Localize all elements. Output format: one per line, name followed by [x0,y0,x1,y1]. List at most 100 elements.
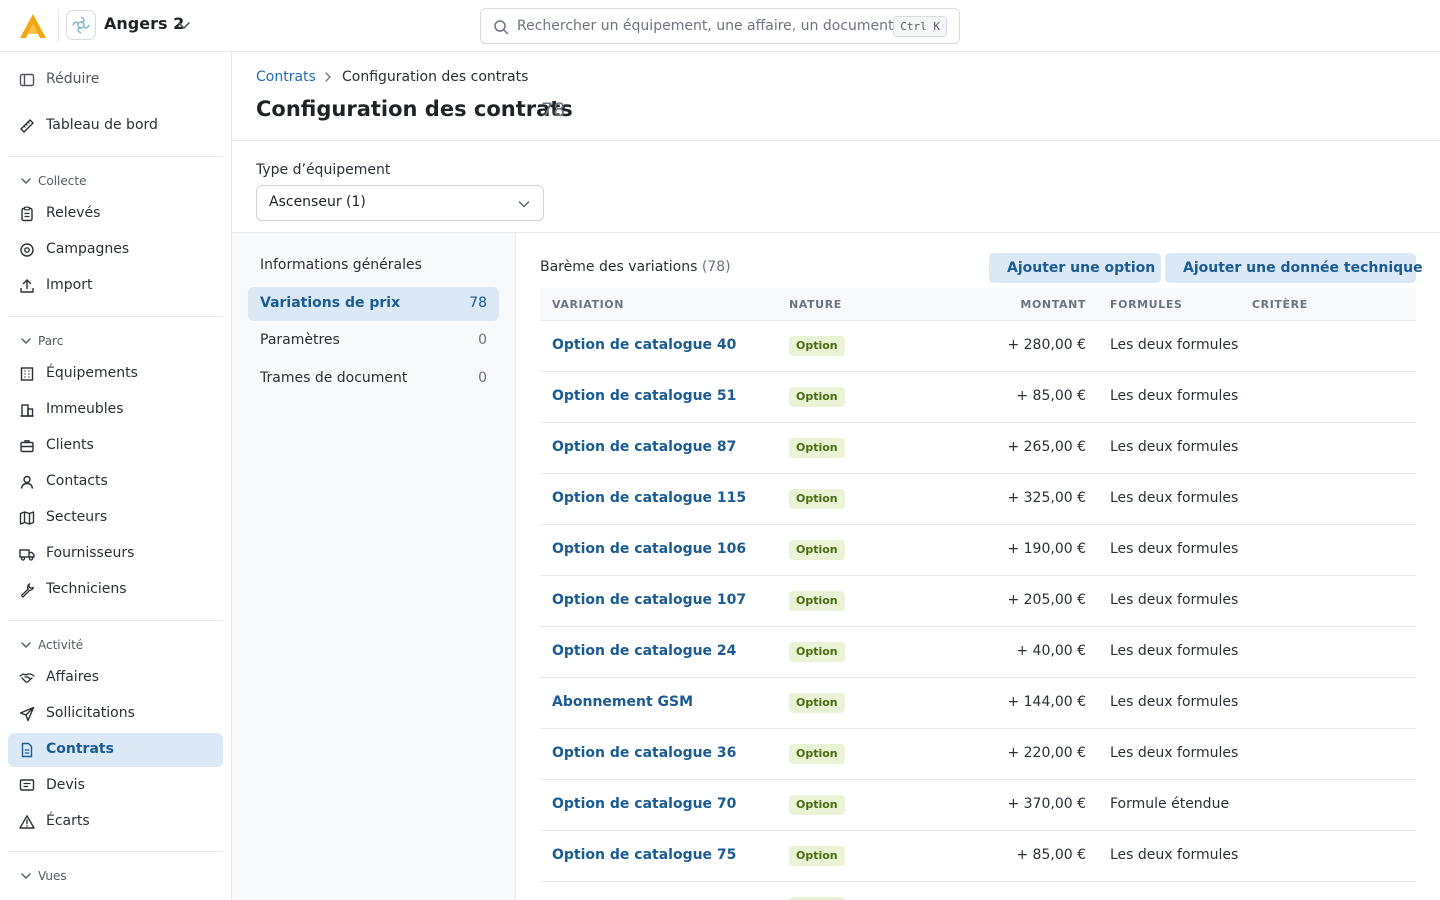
equipment-type-select[interactable]: Ascenseur (1) [256,185,544,221]
search-placeholder: Rechercher un équipement, une affaire, u… [517,18,908,34]
sidebar-item-dashboard[interactable]: Tableau de bord [8,109,223,143]
subnav-item-label: Trames de document [260,370,408,386]
subnav-item-count: 0 [478,332,487,348]
sidebar-item-import[interactable]: Import [8,269,223,303]
table-row[interactable]: Option de catalogue 115 Option + 325,00 € L… [540,474,1416,525]
column-header-formules[interactable]: FORMULES [1110,298,1182,311]
nature-badge: Option [789,489,845,509]
subnav-item-parametres[interactable]: Paramètres 0 [248,324,499,358]
topbar-divider [58,10,59,42]
sidebar-group-parc[interactable]: Parc [20,333,63,349]
org-name[interactable]: Angers 2 [104,14,184,33]
formulas-cell: Les deux formules [1110,490,1239,506]
table-row[interactable]: Option de catalogue 70 Option + 370,00 € Fo… [540,780,1416,831]
variation-link[interactable]: Option de catalogue 36 [552,745,736,761]
sidebar-item-fournisseurs[interactable]: Fournisseurs [8,537,223,571]
variation-link[interactable]: Option de catalogue 70 [552,796,736,812]
sidebar-divider [8,620,223,621]
formulas-cell: Les deux formules [1110,439,1239,455]
sidebar-item-label: Tableau de bord [46,117,158,133]
sidebar-group-vues[interactable]: Vues [20,868,67,884]
amount-cell: + 85,00 € [1016,388,1086,404]
sidebar-item-sollicitations[interactable]: Sollicitations [8,697,223,731]
variation-link[interactable]: Option de catalogue 24 [552,643,736,659]
nature-badge: Option [789,795,845,815]
column-header-montant[interactable]: MONTANT [1020,298,1086,311]
sidebar-item-affaires[interactable]: Affaires [8,661,223,695]
subnav-item-informations[interactable]: Informations générales [248,249,499,283]
sidebar-group-activite[interactable]: Activité [20,637,83,653]
sidebar-item-devis[interactable]: Devis [8,769,223,803]
variation-link[interactable]: Option de catalogue 51 [552,388,736,404]
variation-link[interactable]: Option de catalogue 106 [552,541,746,557]
amount-cell: + 190,00 € [1007,541,1086,557]
sidebar-item-techniciens[interactable]: Techniciens [8,573,223,607]
sidebar-item-clients[interactable]: Clients [8,429,223,463]
sidebar-group-collecte[interactable]: Collecte [20,173,86,189]
nature-badge: Option [789,591,845,611]
variation-link[interactable]: Option de catalogue 75 [552,847,736,863]
section-count: (78) [701,259,731,275]
sidebar-item-label: Contrats [46,741,114,757]
chevron-down-icon[interactable] [176,17,192,33]
sidebar-item-campagnes[interactable]: Campagnes [8,233,223,267]
table-row[interactable]: Option de catalogue 40 Option + 280,00 € Le… [540,321,1416,372]
target-icon [20,243,34,257]
formulas-cell: Les deux formules [1110,541,1239,557]
sidebar-item-secteurs[interactable]: Secteurs [8,501,223,535]
sidebar-item-equipements[interactable]: Équipements [8,357,223,391]
sidebar-collapse[interactable]: Réduire [8,63,223,97]
wrench-icon [20,583,34,598]
user-icon [20,475,34,489]
sidebar-item-immeubles[interactable]: Immeubles [8,393,223,427]
chevron-down-icon [21,178,31,184]
table-row[interactable]: Option de catalogue 107 Option + 205,00 € L… [540,576,1416,627]
table-row[interactable]: Abonnement GSM Option + 144,00 € Les deux f… [540,678,1416,729]
table-row[interactable]: Option de catalogue 106 Option + 190,00 € L… [540,525,1416,576]
sidebar-divider [8,851,223,852]
sidebar-item-label: Campagnes [46,241,130,257]
building-grid-icon [20,367,34,381]
sidebar-item-label: Immeubles [46,401,124,417]
sidebar-item-contrats[interactable]: Contrats [8,733,223,767]
variation-link[interactable]: Option de catalogue 40 [552,337,736,353]
table-row[interactable]: Option [540,882,1416,900]
nature-badge: Option [789,846,845,866]
subnav-item-trames[interactable]: Trames de document 0 [248,362,499,396]
add-technical-data-button[interactable]: Ajouter une donnée technique [1165,253,1423,283]
global-search[interactable]: Rechercher un équipement, une affaire, u… [480,8,960,44]
table-row[interactable]: Option de catalogue 87 Option + 265,00 € Le… [540,423,1416,474]
amount-cell: + 85,00 € [1016,847,1086,863]
variation-link[interactable]: Option de catalogue 87 [552,439,736,455]
app-logo-icon[interactable] [18,12,48,40]
sidebar-item-ecarts[interactable]: Écarts [8,805,223,839]
table-row[interactable]: Option de catalogue 24 Option + 40,00 € Les… [540,627,1416,678]
variation-link[interactable]: Abonnement GSM [552,694,693,710]
subnav-item-variations[interactable]: Variations de prix 78 [248,287,499,321]
equipment-type-label: Type d’équipement [256,162,391,178]
variation-link[interactable]: Option de catalogue 115 [552,490,746,506]
org-avatar[interactable] [66,10,96,40]
add-option-button[interactable]: Ajouter une option [989,253,1161,283]
column-header-variation[interactable]: VARIATION [552,298,624,311]
sidebar-item-contacts[interactable]: Contacts [8,465,223,499]
table-row[interactable]: Option de catalogue 75 Option + 85,00 € Les… [540,831,1416,882]
sidebar-item-label: Sollicitations [46,705,135,721]
amount-cell: + 144,00 € [1007,694,1086,710]
column-header-nature[interactable]: NATURE [789,298,842,311]
sidebar-group-label: Vues [38,869,67,883]
table-row[interactable]: Option de catalogue 51 Option + 85,00 € Les… [540,372,1416,423]
subnav-item-label: Variations de prix [260,295,401,311]
map-icon [19,511,35,525]
sidebar-group-label: Activité [38,638,84,652]
sidebar-item-label: Devis [46,777,85,793]
variation-link[interactable]: Option de catalogue 107 [552,592,746,608]
breadcrumb-parent-link[interactable]: Contrats [256,69,316,85]
formulas-cell: Les deux formules [1110,592,1239,608]
nature-badge: Option [789,693,845,713]
breadcrumb-current: Configuration des contrats [342,69,529,85]
sidebar-item-releves[interactable]: Relevés [8,197,223,231]
amount-cell: + 220,00 € [1007,745,1086,761]
table-row[interactable]: Option de catalogue 36 Option + 220,00 € Le… [540,729,1416,780]
column-header-critere[interactable]: CRITÈRE [1252,298,1308,311]
